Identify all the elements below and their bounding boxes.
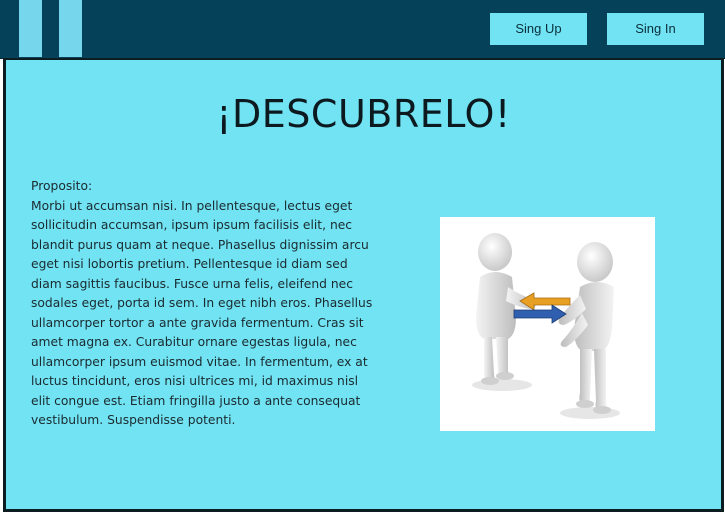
sign-up-button[interactable]: Sing Up: [490, 13, 587, 45]
main-panel: ¡DESCUBRELO! Proposito: Morbi ut accumsa…: [3, 58, 724, 512]
purpose-section: Proposito: Morbi ut accumsan nisi. In pe…: [31, 177, 376, 431]
logo-stripe: [59, 0, 82, 57]
sign-in-button[interactable]: Sing In: [607, 13, 704, 45]
logo-stripe: [19, 0, 42, 57]
people-exchange-icon: [472, 233, 620, 419]
purpose-text: Morbi ut accumsan nisi. In pellentesque,…: [31, 198, 373, 428]
purpose-label: Proposito:: [31, 179, 93, 193]
page: Sing Up Sing In ¡DESCUBRELO! Proposito: …: [0, 0, 725, 515]
right-figure: [558, 242, 614, 414]
top-nav-bar: Sing Up Sing In: [0, 0, 725, 59]
exchange-illustration: [440, 217, 655, 431]
page-title: ¡DESCUBRELO!: [216, 92, 511, 136]
left-figure: [476, 233, 536, 385]
blue-arrow-icon: [513, 304, 567, 324]
